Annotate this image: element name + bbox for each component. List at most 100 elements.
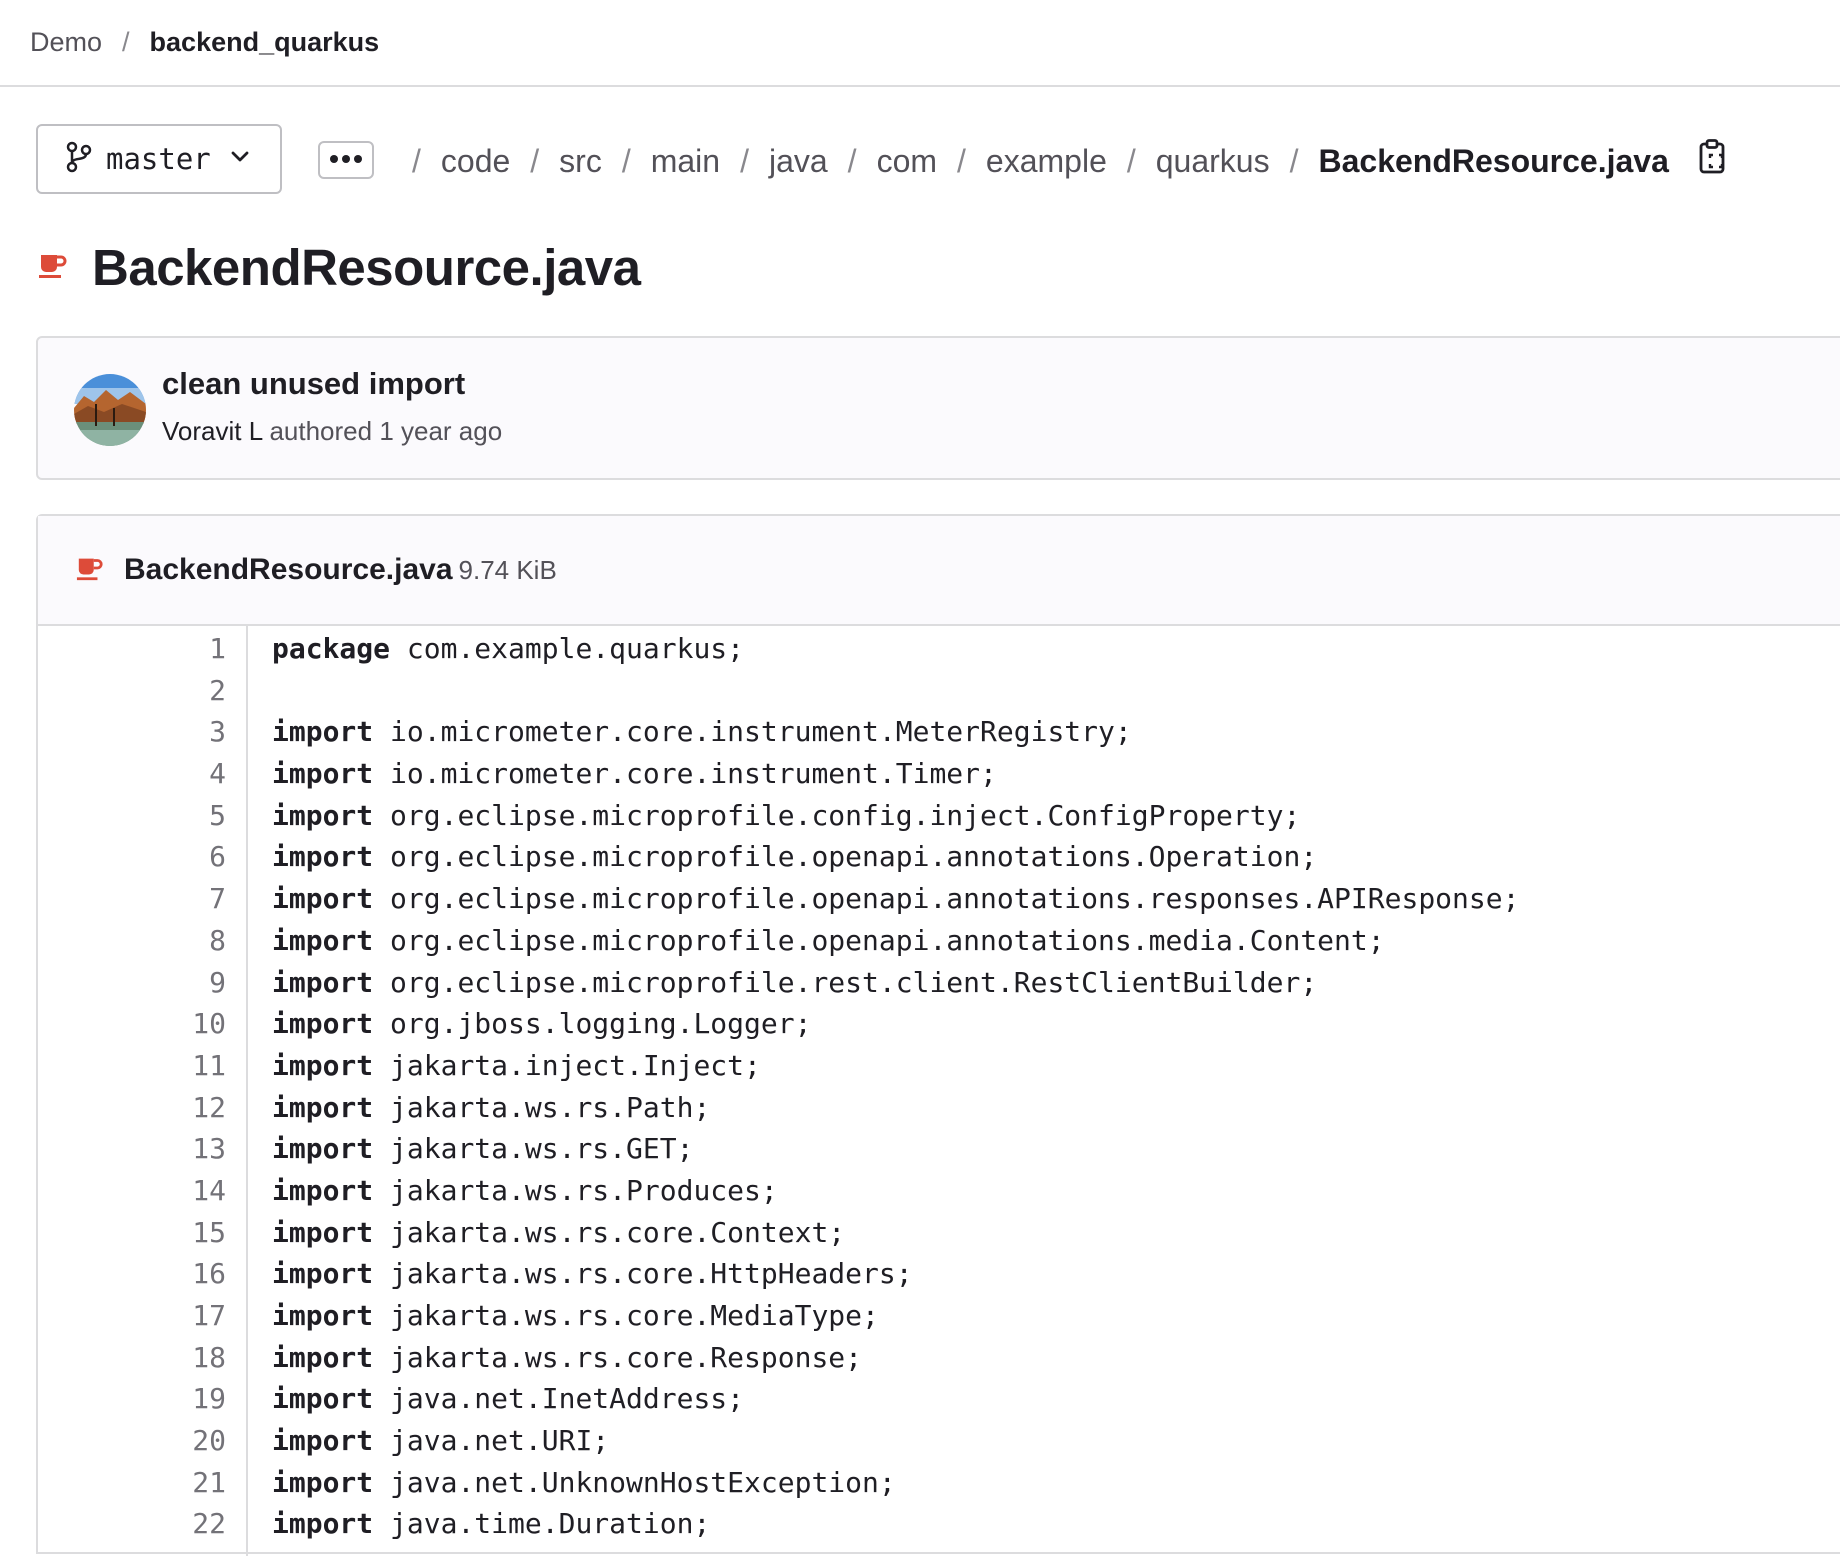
file-title-row: BackendResource.java bbox=[38, 232, 641, 302]
code-line: import jakarta.ws.rs.core.HttpHeaders; bbox=[272, 1253, 1519, 1295]
ellipsis-icon bbox=[328, 151, 364, 169]
code-text: java.net.InetAddress; bbox=[373, 1382, 745, 1416]
code-keyword: import bbox=[272, 1507, 374, 1541]
path-segment-java[interactable]: java bbox=[769, 143, 828, 180]
line-number[interactable]: 22 bbox=[38, 1503, 246, 1545]
code-text: jakarta.ws.rs.core.MediaType; bbox=[373, 1299, 879, 1332]
branch-selector-button[interactable]: master bbox=[36, 124, 282, 194]
last-commit-card: clean unused import Voravit L authored 1… bbox=[36, 336, 1840, 480]
line-number[interactable]: 1 bbox=[38, 628, 246, 670]
code-line: import java.time.Duration; bbox=[272, 1503, 1519, 1545]
code-text: org.eclipse.microprofile.openapi.annotat… bbox=[373, 882, 1520, 916]
code-line: import io.micrometer.core.instrument.Tim… bbox=[272, 753, 1519, 795]
file-size: 9.74 KiB bbox=[458, 554, 557, 585]
breadcrumb-group-link[interactable]: Demo bbox=[30, 27, 102, 58]
path-segment-quarkus[interactable]: quarkus bbox=[1156, 143, 1270, 180]
code-line: import java.net.URI; bbox=[272, 1420, 1519, 1462]
branch-name: master bbox=[106, 142, 211, 176]
java-file-icon bbox=[76, 554, 104, 587]
top-breadcrumb: Demo / backend_quarkus bbox=[0, 0, 1840, 87]
line-number[interactable]: 14 bbox=[38, 1170, 246, 1212]
line-number[interactable]: 7 bbox=[38, 878, 246, 920]
path-separator: / bbox=[412, 142, 421, 179]
path-segment-code[interactable]: code bbox=[441, 143, 510, 180]
path-separator: / bbox=[740, 142, 749, 179]
code-keyword: import bbox=[272, 965, 374, 999]
code-keyword: import bbox=[272, 882, 374, 916]
code-keyword: import bbox=[272, 798, 374, 832]
line-number[interactable]: 9 bbox=[38, 962, 246, 1004]
code-keyword: import bbox=[272, 923, 374, 957]
copy-path-icon bbox=[1699, 139, 1727, 183]
path-separator: / bbox=[957, 142, 966, 179]
code-line: import jakarta.ws.rs.Path; bbox=[272, 1087, 1519, 1129]
breadcrumb-project-link[interactable]: backend_quarkus bbox=[150, 27, 380, 58]
line-number[interactable]: 19 bbox=[38, 1378, 246, 1420]
branch-icon bbox=[66, 141, 92, 178]
path-expand-button[interactable] bbox=[318, 141, 374, 179]
path-separator: / bbox=[1126, 142, 1136, 179]
line-number[interactable]: 3 bbox=[38, 711, 246, 753]
line-number[interactable]: 15 bbox=[38, 1212, 246, 1254]
line-number[interactable]: 18 bbox=[38, 1337, 246, 1379]
code-line: import jakarta.inject.Inject; bbox=[272, 1045, 1519, 1087]
code-text: org.eclipse.microprofile.openapi.annotat… bbox=[373, 923, 1385, 957]
line-number[interactable]: 20 bbox=[38, 1420, 246, 1462]
code-text: org.eclipse.microprofile.rest.client.Res… bbox=[373, 965, 1318, 999]
path-separator: / bbox=[1289, 142, 1299, 179]
code-text: jakarta.ws.rs.core.HttpHeaders; bbox=[373, 1257, 913, 1291]
path-segment-src[interactable]: src bbox=[559, 143, 602, 180]
line-number[interactable]: 16 bbox=[38, 1253, 246, 1295]
code-keyword: import bbox=[272, 1299, 374, 1332]
code-line: import jakarta.ws.rs.core.Context; bbox=[272, 1212, 1519, 1254]
code-keyword: import bbox=[272, 757, 374, 791]
line-number[interactable]: 2 bbox=[38, 670, 246, 712]
path-segment-example[interactable]: example bbox=[986, 143, 1107, 180]
line-number[interactable]: 21 bbox=[38, 1462, 246, 1504]
code-keyword: package bbox=[272, 632, 391, 665]
line-number[interactable]: 10 bbox=[38, 1003, 246, 1045]
code-text: jakarta.inject.Inject; bbox=[373, 1048, 761, 1082]
file-path-breadcrumb: / code / src / main / java / com / examp… bbox=[392, 134, 1727, 188]
code-line: import jakarta.ws.rs.GET; bbox=[272, 1128, 1519, 1170]
code-text: java.net.UnknownHostException; bbox=[373, 1465, 896, 1499]
line-number[interactable]: 11 bbox=[38, 1045, 246, 1087]
line-number[interactable]: 6 bbox=[38, 836, 246, 878]
code-line: import io.micrometer.core.instrument.Met… bbox=[272, 711, 1519, 753]
code-text: java.time.Duration; bbox=[373, 1507, 711, 1541]
code-keyword: import bbox=[272, 1048, 374, 1082]
line-number[interactable]: 8 bbox=[38, 920, 246, 962]
commit-message-link[interactable]: clean unused import bbox=[162, 366, 465, 402]
code-line: import java.net.InetAddress; bbox=[272, 1378, 1519, 1420]
line-number[interactable]: 17 bbox=[38, 1295, 246, 1337]
code-text: jakarta.ws.rs.Produces; bbox=[373, 1173, 778, 1207]
path-separator: / bbox=[847, 142, 857, 179]
code-line: import java.net.UnknownHostException; bbox=[272, 1462, 1519, 1504]
path-separator: / bbox=[621, 142, 631, 179]
copy-path-button[interactable] bbox=[1699, 139, 1727, 183]
commit-author-link[interactable]: Voravit L bbox=[162, 416, 262, 446]
code-text: jakarta.ws.rs.core.Context; bbox=[373, 1215, 846, 1249]
code-line: import jakarta.ws.rs.core.Response; bbox=[272, 1337, 1519, 1379]
code-text: io.micrometer.core.instrument.MeterRegis… bbox=[373, 715, 1132, 749]
path-separator: / bbox=[530, 142, 540, 179]
line-number[interactable]: 13 bbox=[38, 1128, 246, 1170]
path-current-file: BackendResource.java bbox=[1318, 142, 1669, 179]
code-keyword: import bbox=[272, 1007, 374, 1041]
line-number[interactable]: 12 bbox=[38, 1087, 246, 1129]
code-keyword: import bbox=[272, 1215, 374, 1249]
line-number-gutter: 1 2 3 4 5 6 7 8 9 10 11 12 13 14 15 16 17 18 19 20 21 22 bbox=[38, 626, 248, 1556]
code-line: import org.eclipse.microprofile.openapi.… bbox=[272, 836, 1519, 878]
code-keyword: import bbox=[272, 1173, 374, 1207]
avatar[interactable] bbox=[74, 374, 146, 446]
code-keyword: import bbox=[272, 1132, 374, 1166]
path-segment-com[interactable]: com bbox=[877, 143, 937, 180]
code-text: jakarta.ws.rs.core.Response; bbox=[373, 1340, 863, 1374]
path-segment-main[interactable]: main bbox=[651, 143, 720, 180]
code-text: jakarta.ws.rs.GET; bbox=[373, 1132, 694, 1166]
line-number[interactable]: 4 bbox=[38, 753, 246, 795]
line-number[interactable]: 5 bbox=[38, 795, 246, 837]
code-keyword: import bbox=[272, 840, 374, 874]
code-line: import org.eclipse.microprofile.config.i… bbox=[272, 795, 1519, 837]
